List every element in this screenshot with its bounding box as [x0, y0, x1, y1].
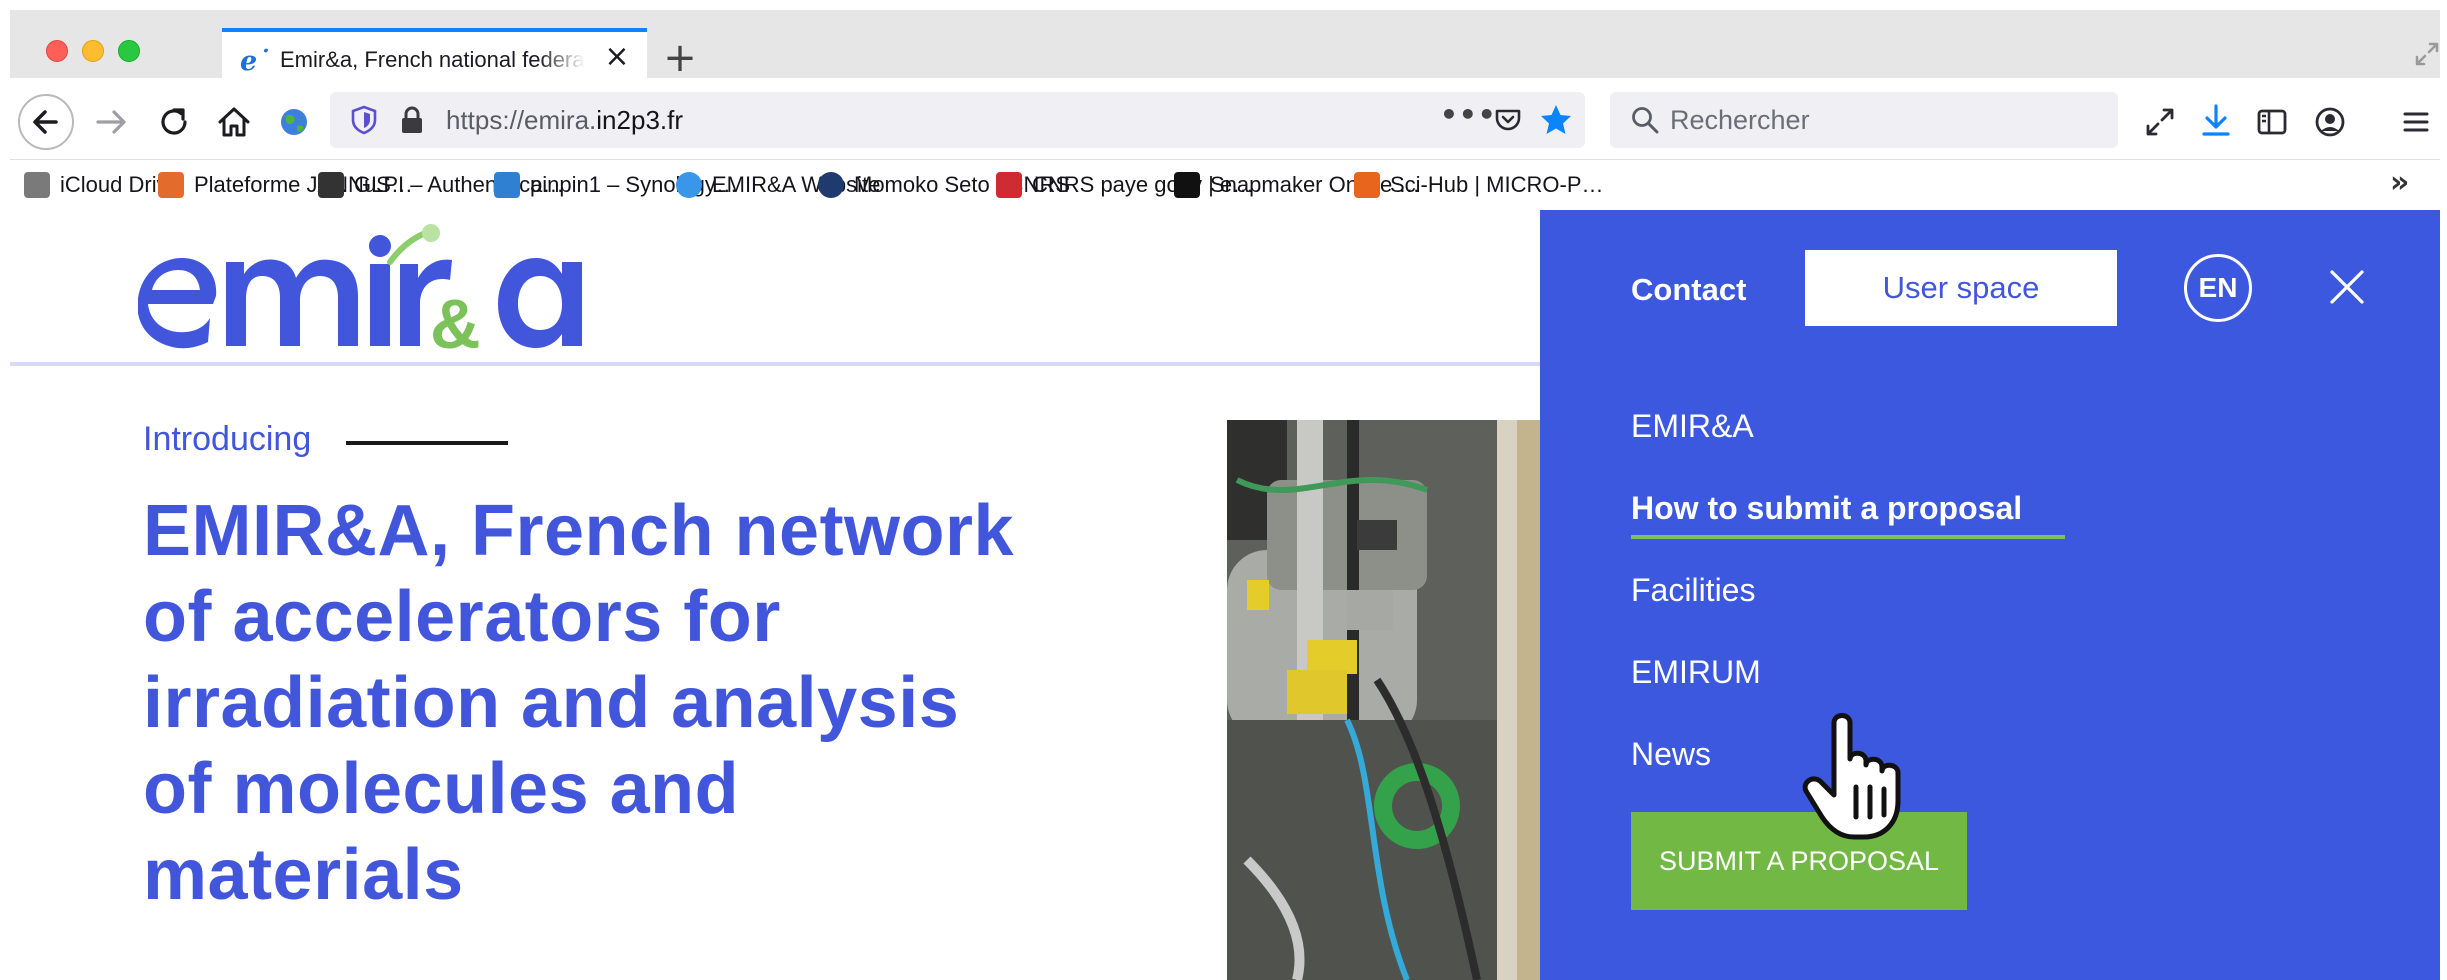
hero-title-line: irradiation and analysis — [143, 663, 960, 743]
tab-close-icon[interactable]: × — [600, 40, 634, 74]
menu-panel: Contact User space EN EMIR&A How to subm… — [1540, 210, 2440, 980]
dsm-icon — [494, 172, 520, 198]
bookmark-star-icon[interactable] — [1538, 102, 1574, 138]
reload-icon[interactable] — [152, 100, 196, 144]
window-maximize-button[interactable] — [118, 40, 140, 62]
glpi-icon — [318, 172, 344, 198]
hero-title: EMIR&A, French network of accelerators fo… — [143, 488, 1043, 918]
url-text[interactable]: https://emira.in2p3.fr — [446, 105, 683, 136]
menu-item-how-to-submit[interactable]: How to submit a proposal — [1631, 490, 2022, 527]
search-bar[interactable] — [1610, 92, 2118, 148]
snapmaker-icon — [1174, 172, 1200, 198]
fullscreen-icon[interactable] — [2413, 40, 2441, 68]
new-tab-button[interactable]: + — [660, 38, 700, 78]
tracking-protection-shield-icon[interactable] — [348, 104, 380, 136]
menu-item-emira[interactable]: EMIR&A — [1631, 408, 1754, 445]
back-arrow-icon — [33, 110, 58, 134]
bookmarks-overflow-icon[interactable]: » — [2390, 168, 2426, 202]
menu-item-emirum[interactable]: EMIRUM — [1631, 654, 1761, 691]
user-space-button[interactable]: User space — [1805, 250, 2117, 326]
hamburger-menu-icon[interactable] — [2394, 100, 2438, 144]
bookmark-item[interactable]: Sci-Hub | MICRO-P… — [1354, 168, 1604, 202]
download-icon[interactable] — [2194, 98, 2238, 142]
apple-icon — [24, 172, 50, 198]
site-favicon-icon: e˙ — [240, 46, 271, 77]
hero-title-line: of accelerators for — [143, 577, 781, 657]
hero-title-line: of molecules and — [143, 749, 740, 829]
expand-icon[interactable] — [2138, 100, 2182, 144]
hero-title-line: materials — [143, 835, 464, 915]
hero-title-line: EMIR&A, French network — [143, 491, 1015, 571]
search-icon — [1632, 107, 1659, 134]
intro-label: Introducing — [143, 420, 312, 458]
browser-window: e˙ Emir&a, French national federation × … — [0, 0, 2447, 980]
menu-item-news[interactable]: News — [1631, 736, 1711, 773]
bookmark-item[interactable]: iCloud Drive — [24, 168, 180, 202]
svg-text:&: & — [430, 285, 481, 354]
bookmark-label: Sci-Hub | MICRO-P… — [1390, 172, 1604, 197]
globe-icon — [676, 172, 702, 198]
site-header: & — [10, 210, 1550, 366]
back-button[interactable] — [18, 94, 74, 150]
bookmarks-toolbar: iCloud Drive Plateforme JANNuS… GLPI – Aut… — [10, 160, 2440, 210]
home-icon[interactable] — [212, 100, 256, 144]
window-minimize-button[interactable] — [82, 40, 104, 62]
window-close-button[interactable] — [46, 40, 68, 62]
language-button[interactable]: EN — [2184, 254, 2252, 322]
pointer-hand-icon — [1802, 713, 1901, 840]
jannus-icon — [158, 172, 184, 198]
globe-icon[interactable] — [272, 100, 316, 144]
gouv-icon — [996, 172, 1022, 198]
account-icon[interactable] — [2308, 100, 2352, 144]
tab-bar: e˙ Emir&a, French national federation × … — [10, 10, 2441, 90]
page-actions-more-icon[interactable]: ••• — [1440, 98, 1497, 131]
emira-logo[interactable]: & — [138, 224, 588, 354]
tab-title: Emir&a, French national federation — [280, 47, 585, 72]
close-icon[interactable] — [2326, 266, 2368, 308]
web-content: & Introducing EMIR&A, French network of a… — [10, 210, 2440, 980]
accelerator-photo — [1227, 420, 1550, 980]
lock-icon[interactable] — [398, 105, 426, 135]
address-bar[interactable]: https://emira.in2p3.fr ••• — [330, 92, 1585, 148]
scihub-icon — [1354, 172, 1380, 198]
pocket-icon[interactable] — [1492, 104, 1524, 136]
navigation-toolbar: https://emira.in2p3.fr ••• — [10, 78, 2440, 160]
intro-divider — [346, 441, 508, 445]
forward-arrow-icon[interactable] — [90, 100, 134, 144]
active-item-underline — [1631, 535, 2065, 539]
contact-link[interactable]: Contact — [1631, 272, 1746, 308]
menu-item-facilities[interactable]: Facilities — [1631, 572, 1755, 609]
cnrs-icon — [818, 172, 844, 198]
sidebar-icon[interactable] — [2250, 100, 2294, 144]
search-input[interactable] — [1670, 100, 2090, 140]
